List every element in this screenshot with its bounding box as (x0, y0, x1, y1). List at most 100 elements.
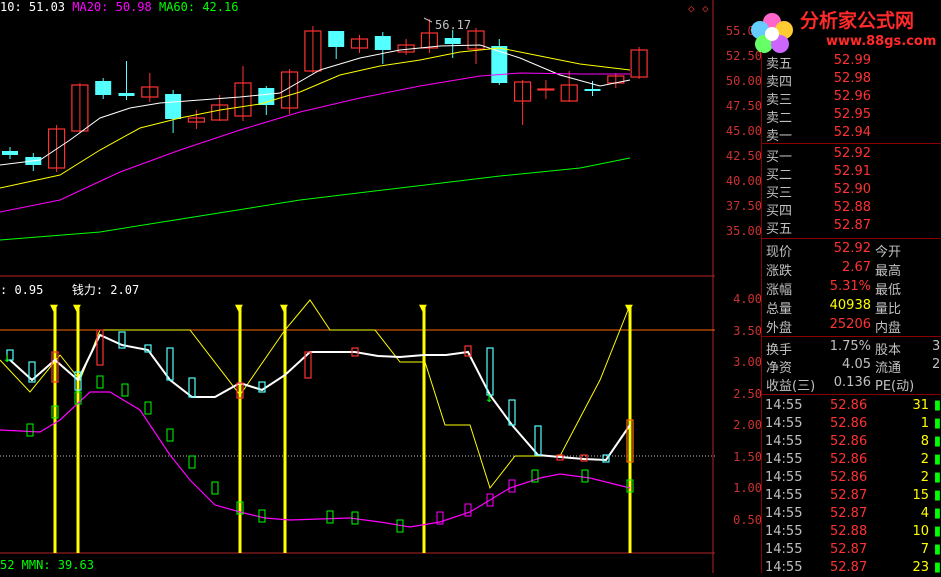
tick-time: 14:55 (765, 488, 803, 503)
candle-body (165, 94, 182, 119)
signal-arrow-icon: ▼ (73, 301, 81, 316)
bid-price: 52.90 (833, 182, 871, 197)
tick-time: 14:55 (765, 416, 803, 431)
stat-label: 外盘 (766, 321, 793, 336)
bid-row: 买三 52.90 (762, 181, 941, 201)
sub-tick: 4.00 (733, 292, 762, 306)
bid-price: 52.92 (833, 146, 871, 161)
mmn-marker (508, 479, 516, 493)
mmn-marker (121, 383, 129, 397)
tick-time: 14:55 (765, 542, 803, 557)
tick-row: 14:55 52.87 7 ▮ (762, 541, 941, 559)
signal-arrow-icon: ▼ (419, 301, 427, 316)
tick-side-icon: ▮ (933, 488, 941, 503)
candle-body (95, 81, 112, 95)
price-tick: 42.50 (725, 149, 762, 163)
ask-price: 52.98 (833, 71, 871, 86)
tick-row: 14:55 52.86 1 ▮ (762, 415, 941, 433)
separator (762, 143, 941, 144)
tick-volume: 2 (920, 452, 929, 467)
tick-row: 14:55 52.86 2 ▮ (762, 451, 941, 469)
stat-row: 收益(三) 0.136 PE(动) (762, 374, 941, 394)
tick-price: 52.86 (830, 398, 868, 413)
ask-row: 卖五 52.99 (762, 52, 941, 72)
tick-side-icon: ▮ (933, 398, 941, 413)
ma-legend: 10: 51.03 MA20: 50.98 MA60: 42.16 (0, 0, 238, 14)
ma20-line (0, 47, 631, 189)
indicator-bar (534, 425, 542, 456)
mmn-marker (26, 423, 34, 437)
tick-volume: 7 (920, 542, 929, 557)
ma10-legend: 10: 51.03 (0, 0, 66, 14)
tick-row: 14:55 52.88 10 ▮ (762, 523, 941, 541)
ask-row: 卖三 52.96 (762, 88, 941, 108)
stat-label2: 量比 (875, 302, 902, 317)
tick-volume: 1 (920, 416, 929, 431)
price-tick: 45.00 (725, 124, 762, 138)
peak-marker (423, 17, 433, 23)
ask-price: 52.94 (833, 125, 871, 140)
tick-volume: 2 (920, 470, 929, 485)
stat-label2: 内盘 (875, 321, 902, 336)
stat-value: 2.67 (842, 260, 871, 275)
candle-body (444, 38, 461, 44)
sub-legend-left: : 0.95 (0, 283, 44, 297)
tick-price: 52.88 (830, 524, 868, 539)
tick-row: 14:55 52.86 8 ▮ (762, 433, 941, 451)
ma60-legend: MA60: 42.16 (158, 0, 239, 14)
bid-row: 买一 52.92 (762, 145, 941, 165)
quote-panel: 卖五 52.99 卖四 52.98 卖三 52.96 卖二 52.95 卖一 52.94 买一 52.… (762, 0, 941, 575)
stat-extra: 3 (932, 339, 941, 354)
tick-row: 14:55 52.87 23 ▮ (762, 559, 941, 577)
sub-tick: 1.00 (733, 481, 762, 495)
stat-row: 净资 4.05 流通 2 (762, 356, 941, 376)
sub-legend: : 0.95 钱力: 2.07 (0, 281, 139, 298)
candle-body (537, 88, 555, 91)
candle-body (2, 151, 18, 155)
stat-label2: 最低 (875, 283, 902, 298)
stat-label2: 最高 (875, 264, 902, 279)
tick-side-icon: ▮ (933, 542, 941, 557)
ask-price: 52.96 (833, 89, 871, 104)
tick-volume: 31 (912, 398, 929, 413)
tick-volume: 4 (920, 506, 929, 521)
bid-label: 买五 (766, 222, 793, 237)
stat-label: 涨幅 (766, 283, 793, 298)
stat-row: 换手 1.75% 股本 3 (762, 338, 941, 358)
stat-row: 外盘 25206 内盘 (762, 316, 941, 336)
tick-volume: 8 (920, 434, 929, 449)
price-tick: 37.50 (725, 199, 762, 213)
tick-side-icon: ▮ (933, 470, 941, 485)
tick-side-icon: ▮ (933, 434, 941, 449)
indicator-bar (486, 347, 494, 396)
panel-border (761, 52, 762, 573)
tick-price: 52.86 (830, 434, 868, 449)
tick-volume: 15 (912, 488, 929, 503)
ask-label: 卖一 (766, 129, 793, 144)
tick-time: 14:55 (765, 398, 803, 413)
stat-value: 40938 (829, 298, 871, 313)
ask-row: 卖二 52.95 (762, 106, 941, 126)
tick-row: 14:55 52.86 2 ▮ (762, 469, 941, 487)
mmn-marker (188, 455, 196, 469)
sub-tick: 2.00 (733, 418, 762, 432)
stat-value: 52.92 (833, 241, 871, 256)
mmn-line (0, 391, 631, 528)
buy-arrow-icon: ↓ (485, 390, 493, 406)
mmn-marker (166, 428, 174, 442)
stat-value: 25206 (829, 317, 871, 332)
tick-side-icon: ▮ (933, 506, 941, 521)
sub-tick: 2.50 (733, 386, 762, 401)
stat-label: 现价 (766, 245, 793, 260)
tick-time: 14:55 (765, 524, 803, 539)
signal-arrow-icon: ▼ (280, 301, 288, 316)
ask-price: 52.95 (833, 107, 871, 122)
buy-arrow-icon: ↓ (3, 350, 11, 366)
separator (762, 238, 941, 239)
signal-arrow-icon: ▼ (50, 301, 58, 316)
sub-tick: 3.00 (733, 355, 762, 369)
ma60-line (0, 72, 630, 213)
candle-body (374, 36, 391, 50)
mmn-marker (144, 401, 152, 415)
mmn-marker (464, 503, 472, 517)
